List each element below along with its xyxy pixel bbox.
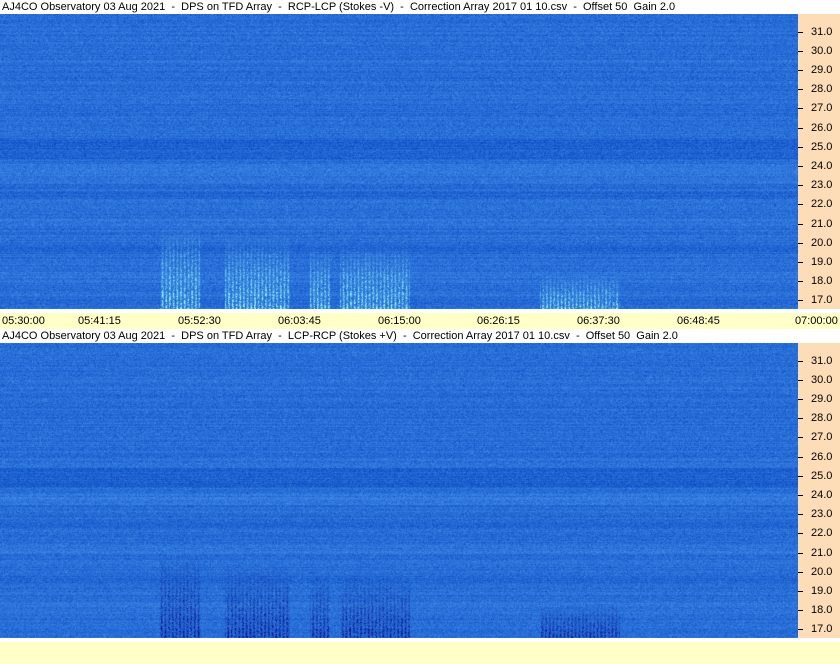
freq-tick (798, 70, 803, 71)
freq-label: 23.0 (811, 179, 833, 191)
time-label: 06:37:30 (577, 315, 620, 327)
freq-tick (798, 243, 803, 244)
freq-tick (798, 495, 803, 496)
time-label: 06:26:15 (477, 315, 520, 327)
time-axis: 05:30:00 05:41:15 05:52:30 06:03:45 06:15:00… (0, 313, 840, 329)
freq-label: 25.0 (811, 470, 833, 482)
freq-tick (798, 204, 803, 205)
freq-label: 28.0 (811, 83, 833, 95)
freq-tick (798, 553, 803, 554)
freq-label: 22.0 (811, 527, 833, 539)
freq-label: 26.0 (811, 451, 833, 463)
freq-tick (798, 399, 803, 400)
bottom-time-axis-strip (0, 642, 840, 664)
freq-tick (798, 262, 803, 263)
time-label: 06:03:45 (278, 315, 321, 327)
spectrogram-canvas (0, 343, 798, 638)
freq-tick (798, 185, 803, 186)
freq-tick (798, 108, 803, 109)
freq-label: 24.0 (811, 160, 833, 172)
freq-label: 26.0 (811, 122, 833, 134)
freq-tick (798, 457, 803, 458)
frequency-axis: 31.0 30.0 29.0 28.0 27.0 26.0 25.0 24.0 23.0 22.0… (798, 14, 840, 309)
freq-label: 27.0 (811, 431, 833, 443)
freq-tick (798, 89, 803, 90)
freq-tick (798, 147, 803, 148)
spectrogram-panel-bottom: AJ4CO Observatory 03 Aug 2021 - DPS on T… (0, 329, 840, 642)
freq-label: 18.0 (811, 275, 833, 287)
time-label: 06:48:45 (677, 315, 720, 327)
freq-tick (798, 380, 803, 381)
freq-label: 21.0 (811, 218, 833, 230)
freq-label: 27.0 (811, 102, 833, 114)
freq-tick (798, 51, 803, 52)
time-label: 05:52:30 (178, 315, 221, 327)
freq-label: 19.0 (811, 585, 833, 597)
freq-label: 25.0 (811, 141, 833, 153)
freq-label: 31.0 (811, 26, 833, 38)
freq-label: 24.0 (811, 489, 833, 501)
freq-label: 29.0 (811, 393, 833, 405)
freq-label: 29.0 (811, 64, 833, 76)
time-label: 05:41:15 (78, 315, 121, 327)
panel-title: AJ4CO Observatory 03 Aug 2021 - DPS on T… (0, 329, 840, 343)
freq-tick (798, 32, 803, 33)
freq-tick (798, 572, 803, 573)
freq-label: 28.0 (811, 412, 833, 424)
freq-tick (798, 224, 803, 225)
freq-label: 17.0 (811, 623, 833, 635)
freq-label: 21.0 (811, 547, 833, 559)
spectrogram-panel-top: AJ4CO Observatory 03 Aug 2021 - DPS on T… (0, 0, 840, 313)
time-label: 06:15:00 (378, 315, 421, 327)
frequency-axis: 31.0 30.0 29.0 28.0 27.0 26.0 25.0 24.0 23.0 22.0… (798, 343, 840, 638)
freq-tick (798, 591, 803, 592)
freq-label: 19.0 (811, 256, 833, 268)
freq-tick (798, 514, 803, 515)
freq-tick (798, 629, 803, 630)
freq-tick (798, 476, 803, 477)
freq-label: 23.0 (811, 508, 833, 520)
freq-label: 30.0 (811, 374, 833, 386)
panel-title: AJ4CO Observatory 03 Aug 2021 - DPS on T… (0, 0, 840, 14)
freq-tick (798, 166, 803, 167)
freq-tick (798, 418, 803, 419)
freq-label: 22.0 (811, 198, 833, 210)
freq-tick (798, 437, 803, 438)
freq-label: 20.0 (811, 237, 833, 249)
freq-tick (798, 610, 803, 611)
freq-label: 30.0 (811, 45, 833, 57)
time-label: 07:00:00 (795, 315, 838, 327)
freq-tick (798, 281, 803, 282)
freq-tick (798, 533, 803, 534)
freq-tick (798, 128, 803, 129)
time-label: 05:30:00 (2, 315, 45, 327)
freq-tick (798, 300, 803, 301)
freq-label: 20.0 (811, 566, 833, 578)
spectrogram-canvas (0, 14, 798, 309)
freq-tick (798, 361, 803, 362)
freq-label: 18.0 (811, 604, 833, 616)
freq-label: 17.0 (811, 294, 833, 306)
freq-label: 31.0 (811, 355, 833, 367)
